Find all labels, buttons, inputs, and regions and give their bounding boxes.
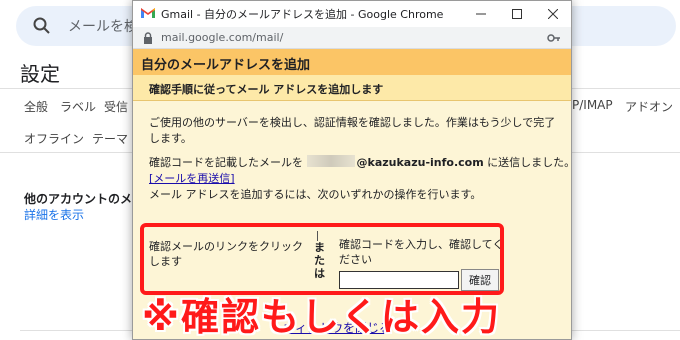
info-paragraph: ご使用の他のサーバーを検出し、認証情報を確認しました。作業はもう少しで完了します… bbox=[149, 116, 556, 145]
details-link[interactable]: 詳細を表示 bbox=[24, 206, 84, 223]
tab-offline[interactable]: オフライン bbox=[24, 130, 84, 147]
resend-link[interactable]: [メールを再送信] bbox=[149, 172, 235, 185]
dialog-title: 自分のメールアドレスを追加 bbox=[141, 58, 311, 73]
search-icon[interactable] bbox=[32, 16, 52, 36]
url-text[interactable]: mail.google.com/mail/ bbox=[161, 31, 283, 44]
maximize-button[interactable] bbox=[499, 1, 535, 27]
sent-suffix: に送信しました。 bbox=[487, 156, 572, 169]
email-address: @kazukazu-info.com bbox=[356, 156, 484, 169]
sent-message: 確認コードを記載したメールを @kazukazu-info.com に送信しまし… bbox=[149, 155, 571, 171]
title-bar[interactable]: Gmail - 自分のメールアドレスを追加 - Google Chrome bbox=[133, 1, 571, 27]
close-icon bbox=[548, 9, 558, 19]
address-bar[interactable]: mail.google.com/mail/ bbox=[133, 27, 571, 49]
window-title: Gmail - 自分のメールアドレスを追加 - Google Chrome bbox=[161, 8, 444, 21]
annotation-highlight-box bbox=[140, 223, 504, 295]
tab-general[interactable]: 全般 bbox=[24, 98, 48, 115]
key-icon[interactable] bbox=[547, 32, 561, 44]
lock-icon[interactable] bbox=[143, 32, 153, 44]
tab-addons[interactable]: アドオン bbox=[625, 98, 673, 115]
minimize-icon bbox=[476, 13, 486, 15]
maximize-icon bbox=[512, 9, 522, 19]
section-label: 他のアカウントのメー bbox=[24, 192, 145, 206]
blurred-email-user bbox=[306, 155, 355, 167]
annotation-caption: ※確認もしくは入力 bbox=[142, 295, 501, 339]
tab-themes[interactable]: テーマ bbox=[92, 130, 128, 147]
tab-pop-imap[interactable]: P/IMAP bbox=[572, 98, 613, 112]
page-title: 設定 bbox=[20, 62, 60, 86]
minimize-button[interactable] bbox=[463, 1, 499, 27]
instruction-text: メール アドレスを追加するには、次のいずれかの操作を行います。 bbox=[149, 188, 482, 201]
sent-prefix: 確認コードを記載したメールを bbox=[149, 156, 303, 169]
gmail-icon bbox=[141, 7, 155, 18]
close-window-button[interactable] bbox=[535, 1, 571, 27]
resend-row: [メールを再送信] bbox=[149, 171, 235, 187]
dialog-subtitle: 確認手順に従ってメール アドレスを追加します bbox=[149, 83, 384, 96]
dialog-subheader: 確認手順に従ってメール アドレスを追加します bbox=[133, 75, 571, 101]
tab-labels[interactable]: ラベル bbox=[60, 98, 96, 115]
dialog-header: 自分のメールアドレスを追加 bbox=[133, 49, 571, 75]
